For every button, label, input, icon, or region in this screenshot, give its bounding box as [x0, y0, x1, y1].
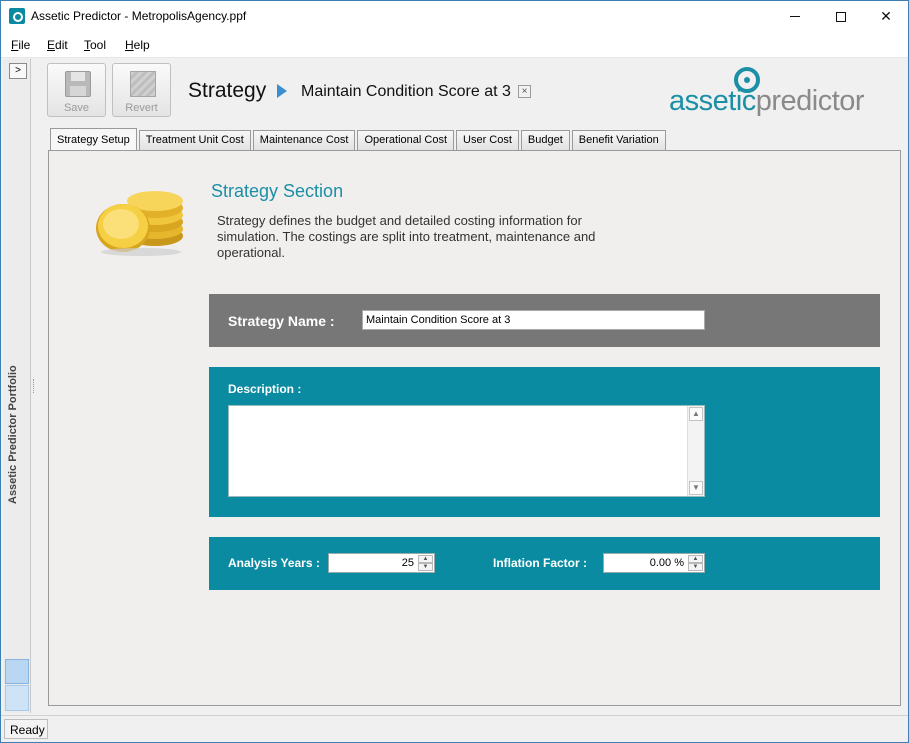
description-textarea[interactable]: ▲ ▼	[228, 405, 705, 497]
close-button[interactable]: ✕	[863, 1, 909, 32]
menu-bar: File Edit Tool Help	[1, 32, 908, 58]
splitter-handle[interactable]	[33, 379, 36, 393]
inflation-factor-value: 0.00 %	[649, 557, 684, 569]
tab-operational-cost[interactable]: Operational Cost	[357, 130, 455, 150]
side-scroll-track[interactable]	[5, 685, 29, 711]
description-scrollbar[interactable]: ▲ ▼	[687, 406, 704, 496]
save-label: Save	[63, 102, 90, 114]
tab-treatment-unit-cost[interactable]: Treatment Unit Cost	[138, 130, 251, 150]
status-bar: Ready	[1, 715, 908, 742]
app-logo-icon	[9, 8, 25, 24]
chevron-down-icon[interactable]: ▼	[418, 563, 433, 571]
brand-logo: asseticpredictor	[669, 85, 865, 117]
description-label: Description :	[228, 382, 302, 396]
inflation-factor-stepper[interactable]: 0.00 % ▲ ▼	[603, 553, 705, 573]
close-icon: ✕	[880, 8, 892, 24]
analysis-years-stepper[interactable]: 25 ▲ ▼	[328, 553, 435, 573]
tab-maintenance-cost[interactable]: Maintenance Cost	[252, 130, 356, 150]
status-text: Ready	[4, 719, 48, 739]
chevron-up-icon[interactable]: ▲	[418, 555, 433, 563]
chevron-down-icon[interactable]: ▼	[688, 563, 703, 571]
scroll-up-icon[interactable]: ▲	[689, 407, 703, 421]
minimize-button[interactable]	[772, 1, 818, 32]
portfolio-panel-title[interactable]: Assetic Predictor Portfolio	[7, 365, 19, 504]
save-button[interactable]: Save	[47, 63, 106, 117]
chevron-right-icon: >	[15, 65, 21, 76]
close-strategy-button[interactable]: ×	[518, 85, 531, 98]
menu-file[interactable]: File	[11, 38, 30, 52]
page-title: Strategy	[188, 79, 267, 102]
maximize-icon	[836, 11, 846, 22]
tab-strip: Strategy Setup Treatment Unit Cost Maint…	[50, 128, 668, 150]
section-description: Strategy defines the budget and detailed…	[217, 213, 596, 260]
inflation-spin-buttons[interactable]: ▲ ▼	[688, 555, 703, 571]
tab-budget[interactable]: Budget	[520, 130, 570, 150]
tab-strategy-setup[interactable]: Strategy Setup	[50, 128, 137, 150]
close-icon: ×	[521, 86, 528, 97]
section-title: Strategy Section	[211, 181, 344, 201]
title-bar[interactable]: Assetic Predictor - MetropolisAgency.ppf…	[1, 1, 908, 32]
inflation-factor-label: Inflation Factor :	[493, 556, 587, 570]
chevron-up-icon[interactable]: ▲	[688, 555, 703, 563]
expand-panel-button[interactable]: >	[9, 63, 27, 79]
tab-benefit-variation[interactable]: Benefit Variation	[571, 130, 666, 150]
strategy-name-input[interactable]	[362, 310, 705, 330]
revert-document-icon	[130, 71, 156, 97]
menu-edit[interactable]: Edit	[47, 38, 68, 52]
analysis-years-spin-buttons[interactable]: ▲ ▼	[418, 555, 433, 571]
breadcrumb-strategy-name: Maintain Condition Score at 3	[301, 83, 511, 100]
revert-label: Revert	[125, 102, 158, 114]
portfolio-side-panel: > Assetic Predictor Portfolio	[3, 59, 31, 713]
analysis-years-value: 25	[401, 557, 414, 569]
window-title: Assetic Predictor - MetropolisAgency.ppf	[31, 9, 247, 23]
maximize-button[interactable]	[818, 1, 864, 32]
tab-user-cost[interactable]: User Cost	[456, 130, 519, 150]
menu-tool[interactable]: Tool	[84, 38, 106, 52]
app-window: Assetic Predictor - MetropolisAgency.ppf…	[0, 0, 909, 743]
menu-help[interactable]: Help	[125, 38, 150, 52]
breadcrumb-arrow-icon	[277, 84, 287, 98]
floppy-disk-icon	[65, 71, 91, 97]
side-scroll-thumb[interactable]	[5, 659, 29, 684]
analysis-years-label: Analysis Years :	[228, 556, 320, 570]
minimize-icon	[790, 16, 800, 17]
gold-coins-icon	[96, 191, 183, 256]
scroll-down-icon[interactable]: ▼	[689, 481, 703, 495]
revert-button[interactable]: Revert	[112, 63, 171, 117]
strategy-name-label: Strategy Name :	[228, 313, 335, 329]
